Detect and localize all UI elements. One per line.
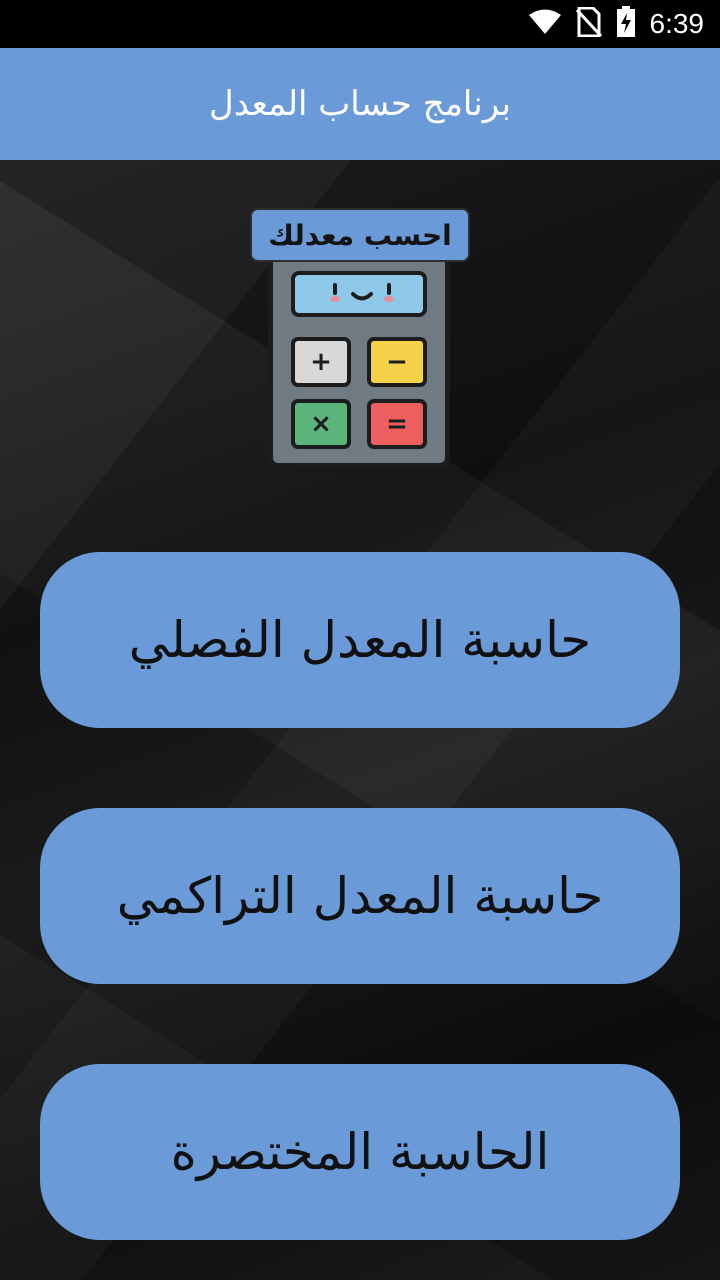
quick-calculator-label: الحاسبة المختصرة: [170, 1123, 550, 1181]
status-bar: 6:39: [0, 0, 720, 48]
wifi-icon: [528, 8, 562, 40]
cumulative-gpa-button[interactable]: حاسبة المعدل التراكمي: [40, 808, 680, 984]
app-bar: برنامج حساب المعدل: [0, 48, 720, 160]
semester-gpa-label: حاسبة المعدل الفصلي: [128, 611, 592, 669]
calculator-screen: [291, 271, 427, 317]
calculator-icon: + − × =: [268, 248, 450, 468]
battery-charging-icon: [616, 6, 636, 42]
smiley-face-icon: [330, 283, 394, 302]
calculator-logo: احسب معدلك + − × =: [248, 206, 472, 471]
main-content: احسب معدلك + − × = حاسبة المعدل الفصلي ح…: [0, 160, 720, 1280]
app-title: برنامج حساب المعدل: [209, 84, 511, 124]
semester-gpa-button[interactable]: حاسبة المعدل الفصلي: [40, 552, 680, 728]
cumulative-gpa-label: حاسبة المعدل التراكمي: [116, 867, 604, 925]
logo-label: احسب معدلك: [250, 208, 470, 262]
quick-calculator-button[interactable]: الحاسبة المختصرة: [40, 1064, 680, 1240]
minus-key-icon: −: [367, 337, 427, 387]
multiply-key-icon: ×: [291, 399, 351, 449]
equals-key-icon: =: [367, 399, 427, 449]
plus-key-icon: +: [291, 337, 351, 387]
no-sim-icon: [575, 6, 602, 41]
status-icons: 6:39: [528, 0, 705, 48]
status-time: 6:39: [649, 8, 705, 39]
